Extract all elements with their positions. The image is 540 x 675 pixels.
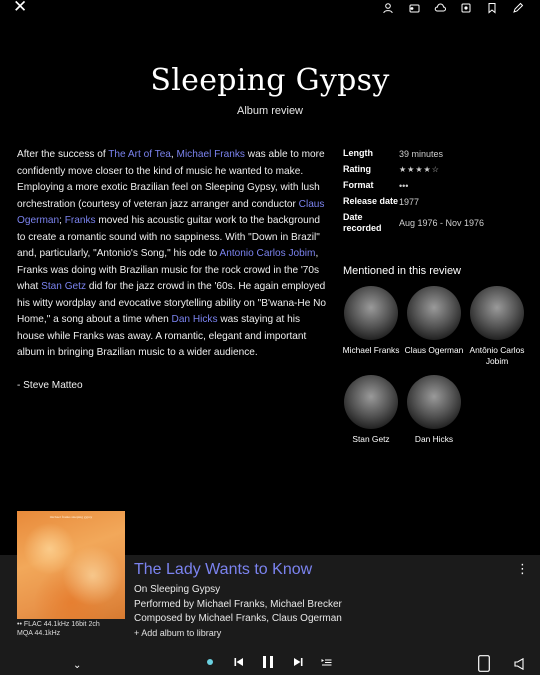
review-link[interactable]: Dan Hicks xyxy=(172,314,218,325)
track-performers: Performed by Michael Franks, Michael Bre… xyxy=(134,599,342,610)
device-icon[interactable] xyxy=(478,655,490,672)
album-meta: Length 39 minutes Rating ★★★★☆ Format ••• Rele… xyxy=(343,148,528,239)
meta-row: Release date 1977 xyxy=(343,196,528,207)
track-album: On Sleeping Gypsy xyxy=(134,584,221,595)
meta-row: Length 39 minutes xyxy=(343,148,528,159)
review-body: After the success of The Art of Tea, Mic… xyxy=(17,147,327,411)
avatar xyxy=(344,286,398,340)
bookmark-icon[interactable] xyxy=(485,1,498,14)
meta-key: Release date xyxy=(343,196,399,206)
review-link[interactable]: Stan Getz xyxy=(41,281,86,292)
review-link[interactable]: Antonio Carlos Jobim xyxy=(220,248,316,259)
review-link[interactable]: The Art of Tea xyxy=(108,149,171,160)
format-icon: •• xyxy=(17,621,24,628)
meta-key: Rating xyxy=(343,164,371,174)
meta-value: Aug 1976 - Nov 1976 xyxy=(399,218,485,228)
queue-icon[interactable] xyxy=(321,657,332,667)
review-link[interactable]: Michael Franks xyxy=(177,149,245,160)
album-cover[interactable]: michael franks sleeping gypsy xyxy=(17,511,125,619)
mentioned-person[interactable]: Michael Franks xyxy=(340,286,402,356)
avatar xyxy=(344,375,398,429)
rating-stars: ★★★★☆ xyxy=(399,165,440,174)
speaker-icon[interactable] xyxy=(459,1,472,14)
cover-text: michael franks sleeping gypsy xyxy=(49,515,93,519)
track-composers: Composed by Michael Franks, Claus Ogerma… xyxy=(134,613,342,624)
mentioned-person[interactable]: Stan Getz xyxy=(340,375,402,445)
avatar xyxy=(407,286,461,340)
review-text: After the success of xyxy=(17,149,109,160)
volume-icon[interactable] xyxy=(514,658,525,670)
avatar xyxy=(407,375,461,429)
mentioned-heading: Mentioned in this review xyxy=(343,265,462,277)
review-link[interactable]: Franks xyxy=(65,215,96,226)
cloud-icon[interactable] xyxy=(433,1,446,14)
review-paragraph: After the success of The Art of Tea, Mic… xyxy=(17,147,327,362)
mentioned-person[interactable]: Dan Hicks xyxy=(403,375,465,445)
meta-value: 1977 xyxy=(399,196,420,207)
meta-key: Length xyxy=(343,148,373,158)
format-line-1: •• FLAC 44.1kHz 16bit 2ch xyxy=(17,621,100,628)
top-bar: ✕ xyxy=(0,0,540,18)
review-author: - Steve Matteo xyxy=(17,380,83,391)
format-info: •• FLAC 44.1kHz 16bit 2ch MQA 44.1kHz xyxy=(17,620,100,638)
cast-icon[interactable] xyxy=(407,1,420,14)
person-name: Dan Hicks xyxy=(414,434,454,444)
meta-value: ••• xyxy=(399,180,409,191)
meta-row: Date recorded Aug 1976 - Nov 1976 xyxy=(343,212,528,234)
page-title: Sleeping Gypsy xyxy=(150,63,390,98)
avatar xyxy=(470,286,524,340)
person-name: Stan Getz xyxy=(352,434,390,444)
pause-icon[interactable] xyxy=(262,655,274,669)
meta-row: Rating ★★★★☆ xyxy=(343,164,528,175)
next-icon[interactable] xyxy=(293,657,303,667)
edit-icon[interactable] xyxy=(511,1,524,14)
format-line-2: MQA 44.1kHz xyxy=(17,630,61,637)
add-to-library-button[interactable]: + Add album to library xyxy=(134,628,221,638)
mentioned-person[interactable]: Claus Ogerman xyxy=(403,286,465,356)
previous-icon[interactable] xyxy=(234,657,244,667)
track-title[interactable]: The Lady Wants to Know xyxy=(134,561,312,579)
close-icon[interactable]: ✕ xyxy=(13,0,27,16)
top-toolbar xyxy=(381,1,524,14)
person-icon[interactable] xyxy=(381,1,394,14)
person-name: Claus Ogerman xyxy=(404,345,464,355)
meta-value: 39 minutes xyxy=(399,148,444,159)
meta-key: Format xyxy=(343,180,374,190)
mentioned-person[interactable]: Antônio Carlos Jobim xyxy=(466,286,528,367)
more-options-icon[interactable]: ⋮ xyxy=(516,562,529,577)
meta-row: Format ••• xyxy=(343,180,528,191)
meta-key: Date recorded xyxy=(343,212,382,233)
status-dot xyxy=(207,659,213,665)
page-subtitle: Album review xyxy=(236,105,304,117)
person-name: Michael Franks xyxy=(342,345,400,355)
person-name: Antônio Carlos Jobim xyxy=(469,345,525,366)
chevron-down-icon[interactable]: ⌄ xyxy=(73,660,81,671)
